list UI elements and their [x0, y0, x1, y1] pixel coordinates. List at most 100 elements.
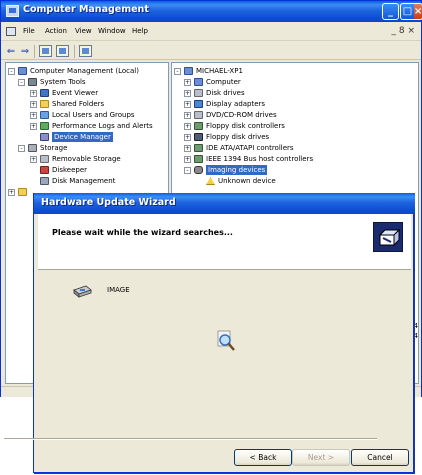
toolbar-separator: [34, 45, 35, 58]
tree-item-services[interactable]: +: [8, 187, 30, 197]
tree-item-disk-management[interactable]: Disk Management: [30, 176, 115, 186]
minimize-button[interactable]: _: [382, 3, 399, 20]
up-level-icon[interactable]: [39, 45, 52, 57]
expand-icon[interactable]: +: [30, 155, 37, 163]
tree-item-label: IEEE 1394 Bus host controllers: [206, 155, 314, 163]
tree-item-ieee1394[interactable]: + IEEE 1394 Bus host controllers: [184, 154, 313, 164]
diskeeper-icon: [40, 166, 49, 174]
wizard-separator: [4, 438, 377, 440]
toolbar: ⇐ ⇒: [1, 42, 421, 60]
tree-item-label: Storage: [40, 144, 68, 152]
tree-item-label: Unknown device: [218, 177, 276, 185]
tree-item-floppy-controllers[interactable]: + Floppy disk controllers: [184, 121, 285, 131]
tree-item-label: Local Users and Groups: [52, 111, 135, 119]
tree-item-dvd-drives[interactable]: + DVD/CD-ROM drives: [184, 110, 277, 120]
menu-window[interactable]: Window: [98, 27, 126, 35]
expand-icon[interactable]: +: [184, 133, 191, 141]
expand-icon[interactable]: +: [184, 111, 191, 119]
expand-icon[interactable]: +: [184, 144, 191, 152]
performance-icon: [40, 122, 49, 130]
expand-icon[interactable]: +: [184, 89, 191, 97]
expand-icon[interactable]: +: [30, 100, 37, 108]
expand-icon[interactable]: +: [184, 78, 191, 86]
forward-arrow-icon[interactable]: ⇒: [20, 45, 30, 58]
expand-icon[interactable]: +: [30, 89, 37, 97]
show-hide-tree-icon[interactable]: [56, 45, 69, 57]
tree-item-computer[interactable]: + Computer: [184, 77, 241, 87]
tree-item-ide-controllers[interactable]: + IDE ATA/ATAPI controllers: [184, 143, 294, 153]
expand-icon[interactable]: +: [184, 122, 191, 130]
next-button[interactable]: Next >: [292, 449, 350, 466]
tree-item-system-tools[interactable]: - System Tools: [18, 77, 86, 87]
tree-item-removable-storage[interactable]: + Removable Storage: [30, 154, 121, 164]
tree-item-label: Device Manager: [52, 132, 113, 142]
tree-item-label: Performance Logs and Alerts: [52, 122, 153, 130]
floppy-icon: [194, 133, 203, 141]
mdi-window-icon[interactable]: [6, 27, 16, 36]
disk-management-icon: [40, 177, 49, 185]
cancel-button[interactable]: Cancel: [351, 449, 409, 466]
collapse-icon[interactable]: -: [8, 67, 15, 75]
expand-icon[interactable]: +: [184, 155, 191, 163]
mdi-controls[interactable]: _ 8 ×: [392, 26, 416, 36]
close-button[interactable]: ×: [414, 3, 422, 20]
back-button[interactable]: < Back: [234, 449, 292, 466]
controller-icon: [194, 122, 203, 130]
tree-item-event-viewer[interactable]: + Event Viewer: [30, 88, 98, 98]
tree-item-label: Diskeeper: [52, 166, 88, 174]
collapse-icon[interactable]: -: [174, 67, 181, 75]
collapse-icon[interactable]: -: [18, 144, 25, 152]
tree-item-performance-logs[interactable]: + Performance Logs and Alerts: [30, 121, 153, 131]
tree-item-label: Floppy disk drives: [206, 133, 270, 141]
tree-item-label: Imaging devices: [206, 165, 268, 175]
device-name-label: IMAGE: [107, 286, 130, 294]
expand-icon[interactable]: +: [30, 111, 37, 119]
tree-item-shared-folders[interactable]: + Shared Folders: [30, 99, 104, 109]
tree-item-local-users[interactable]: + Local Users and Groups: [30, 110, 135, 120]
tree-item-imaging-devices[interactable]: - Imaging devices: [184, 165, 268, 175]
scanner-icon: [73, 285, 92, 298]
camera-icon: [194, 166, 203, 174]
main-titlebar[interactable]: Computer Management _ □ ×: [1, 1, 422, 22]
disk-drive-icon: [194, 89, 203, 97]
controller-icon: [194, 155, 203, 163]
tree-item-storage[interactable]: - Storage: [18, 143, 67, 153]
back-arrow-icon[interactable]: ⇐: [6, 45, 16, 58]
tree-item-machine[interactable]: - MICHAEL-XP1: [174, 66, 243, 76]
expand-icon[interactable]: +: [8, 188, 15, 196]
menu-action[interactable]: Action: [45, 27, 67, 35]
tree-item-label: Disk drives: [206, 89, 245, 97]
computer-icon: [194, 78, 203, 86]
wizard-titlebar[interactable]: Hardware Update Wizard: [34, 193, 415, 214]
tree-item-label: Floppy disk controllers: [206, 122, 285, 130]
computer-management-icon: [6, 5, 19, 17]
device-manager-icon: [40, 133, 49, 141]
users-icon: [40, 111, 49, 119]
menu-file[interactable]: File: [23, 27, 35, 35]
event-viewer-icon: [40, 89, 49, 97]
computer-icon: [184, 67, 193, 75]
tree-item-unknown-device[interactable]: Unknown device: [196, 176, 276, 186]
menu-help[interactable]: Help: [132, 27, 148, 35]
maximize-button[interactable]: □: [400, 3, 414, 20]
tree-item-floppy-drives[interactable]: + Floppy disk drives: [184, 132, 269, 142]
search-magnifier-icon: [217, 330, 235, 351]
properties-icon[interactable]: [79, 45, 92, 57]
collapse-icon[interactable]: -: [18, 78, 25, 86]
storage-icon: [28, 144, 37, 152]
menu-view[interactable]: View: [75, 27, 92, 35]
display-adapter-icon: [194, 100, 203, 108]
tree-item-device-manager[interactable]: Device Manager: [30, 132, 113, 142]
toolbar-separator: [74, 45, 75, 58]
tree-item-diskeeper[interactable]: Diskeeper: [30, 165, 87, 175]
tree-item-disk-drives[interactable]: + Disk drives: [184, 88, 245, 98]
services-icon: [18, 188, 27, 196]
tree-item-display-adapters[interactable]: + Display adapters: [184, 99, 265, 109]
expand-icon[interactable]: +: [184, 100, 191, 108]
expand-icon[interactable]: +: [30, 122, 37, 130]
tree-item-computer-management[interactable]: - Computer Management (Local): [8, 66, 139, 76]
collapse-icon[interactable]: -: [184, 166, 191, 174]
